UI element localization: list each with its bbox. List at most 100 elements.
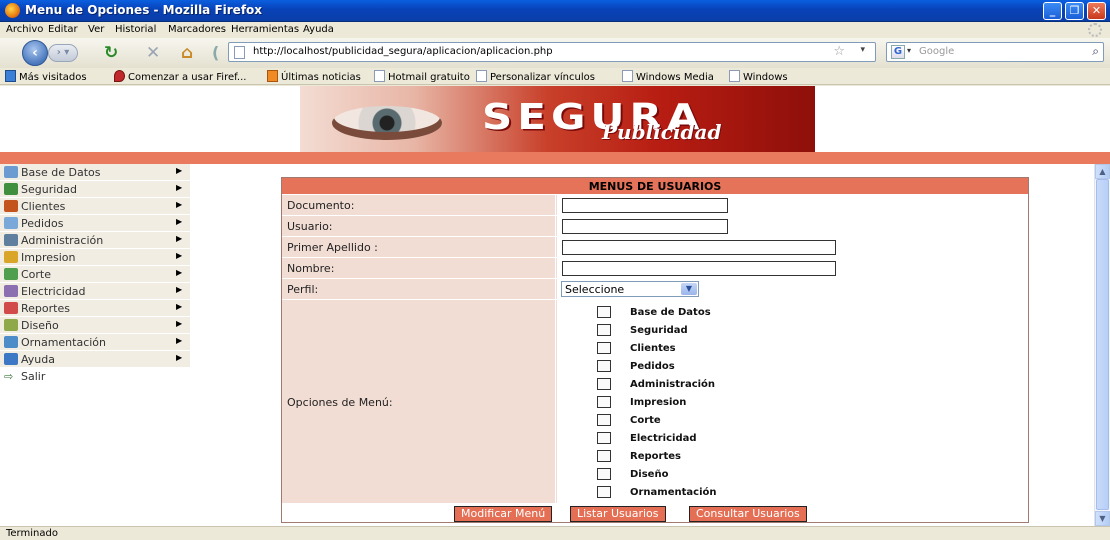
row-perfil: Perfil: Seleccione ▼ (282, 279, 1028, 300)
option-checkbox[interactable] (597, 396, 611, 408)
close-window-button[interactable]: ✕ (1087, 2, 1106, 20)
vertical-scrollbar[interactable]: ▲ ▼ (1094, 164, 1110, 526)
reload-icon[interactable]: ↻ (104, 43, 118, 63)
menu-archivo[interactable]: Archivo (6, 24, 43, 35)
row-menu-options: Opciones de Menú: Base de Datos Seguridad… (282, 300, 1028, 504)
sidebar-item-electricidad[interactable]: Electricidad ▶ (0, 283, 190, 300)
bookmark-windows[interactable]: Windows (729, 70, 788, 83)
option-checkbox[interactable] (597, 432, 611, 444)
submenu-arrow-icon: ▶ (176, 200, 183, 209)
usuario-input[interactable] (562, 219, 728, 234)
label-usuario: Usuario: (282, 216, 556, 236)
perfil-select[interactable]: Seleccione ▼ (561, 281, 699, 297)
home-icon[interactable]: ⌂ (181, 43, 193, 63)
modify-menu-button[interactable]: Modificar Menú (454, 506, 553, 522)
submenu-arrow-icon: ▶ (176, 319, 183, 328)
bookmark-personalize[interactable]: Personalizar vínculos (476, 70, 595, 83)
documento-input[interactable] (562, 198, 728, 213)
chevron-down-icon[interactable]: ▼ (681, 283, 697, 295)
history-dropdown-icon[interactable]: ▾ (860, 45, 865, 55)
menu-editar[interactable]: Editar (48, 24, 78, 35)
sidebar-item-reportes[interactable]: Reportes ▶ (0, 300, 190, 317)
window-titlebar: Menu de Opciones - Mozilla Firefox _ ❐ ✕ (0, 0, 1110, 22)
eye-image (332, 106, 442, 140)
menu-herramientas[interactable]: Herramientas (231, 24, 299, 35)
bookmark-most-visited[interactable]: Más visitados (5, 70, 87, 83)
nombre-input[interactable] (562, 261, 836, 276)
option-checkbox[interactable] (597, 486, 611, 498)
apellido-input[interactable] (562, 240, 836, 255)
option-label: Pedidos (630, 361, 675, 372)
option-checkbox[interactable] (597, 378, 611, 390)
activity-indicator-icon (1088, 23, 1102, 37)
sidebar-item-impresion[interactable]: Impresion ▶ (0, 249, 190, 266)
sidebar-item-seguridad[interactable]: Seguridad ▶ (0, 181, 190, 198)
perfil-value: Seleccione (565, 283, 625, 296)
row-apellido: Primer Apellido : (282, 237, 1028, 258)
bookmark-windows-media[interactable]: Windows Media (622, 70, 714, 83)
sidebar-item-label: Electricidad (21, 285, 86, 298)
menu-ayuda[interactable]: Ayuda (303, 24, 334, 35)
option-label: Reportes (630, 451, 681, 462)
address-bar[interactable]: http://localhost/publicidad_segura/aplic… (228, 42, 876, 62)
maximize-button[interactable]: ❐ (1065, 2, 1084, 20)
sidebar-item-base-de-datos[interactable]: Base de Datos ▶ (0, 164, 190, 181)
bookmark-get-started[interactable]: Comenzar a usar Firef... (114, 70, 246, 83)
sidebar-item-label: Diseño (21, 319, 59, 332)
option-label: Clientes (630, 343, 676, 354)
option-checkbox[interactable] (597, 342, 611, 354)
option-checkbox[interactable] (597, 450, 611, 462)
option-label: Base de Datos (630, 307, 711, 318)
consult-users-button[interactable]: Consultar Usuarios (689, 506, 807, 522)
sidebar-item-salir[interactable]: ⇨ Salir (0, 368, 190, 385)
page-icon (234, 46, 245, 59)
google-engine-icon[interactable]: G (891, 45, 905, 59)
sidebar-item-label: Pedidos (21, 217, 64, 230)
row-usuario: Usuario: (282, 216, 1028, 237)
sidebar-item-clientes[interactable]: Clientes ▶ (0, 198, 190, 215)
sidebar-item-ayuda[interactable]: Ayuda ▶ (0, 351, 190, 368)
page-icon (729, 70, 740, 82)
option-checkbox[interactable] (597, 306, 611, 318)
option-checkbox[interactable] (597, 468, 611, 480)
stop-icon[interactable]: ✕ (146, 43, 160, 63)
submenu-arrow-icon: ▶ (176, 217, 183, 226)
bookmark-label: Comenzar a usar Firef... (128, 72, 247, 83)
forward-button[interactable]: › ▾ (48, 44, 78, 62)
scroll-thumb[interactable] (1096, 179, 1109, 510)
back-button[interactable]: ‹ (22, 40, 48, 66)
header-divider (0, 152, 1110, 164)
rss-icon (267, 70, 278, 82)
option-label: Ornamentación (630, 487, 717, 498)
ayuda-icon (4, 353, 18, 365)
option-checkbox[interactable] (597, 324, 611, 336)
menu-marcadores[interactable]: Marcadores (168, 24, 226, 35)
sidebar-item-ornamentacion[interactable]: Ornamentación ▶ (0, 334, 190, 351)
option-checkbox[interactable] (597, 414, 611, 426)
row-documento: Documento: (282, 195, 1028, 216)
scroll-up-button[interactable]: ▲ (1095, 164, 1110, 179)
option-checkbox[interactable] (597, 360, 611, 372)
electricidad-icon (4, 285, 18, 297)
reportes-icon (4, 302, 18, 314)
segura-banner: SEGURA Publicidad (300, 86, 815, 152)
option-label: Electricidad (630, 433, 697, 444)
sidebar-item-pedidos[interactable]: Pedidos ▶ (0, 215, 190, 232)
bookmark-hotmail[interactable]: Hotmail gratuito (374, 70, 470, 83)
bookmark-label: Hotmail gratuito (388, 72, 470, 83)
engine-dropdown-icon[interactable]: ▾ (907, 46, 911, 55)
bookmark-latest-news[interactable]: Últimas noticias (267, 70, 361, 83)
minimize-button[interactable]: _ (1043, 2, 1062, 20)
search-bar[interactable]: G ▾ Google ⌕ (886, 42, 1104, 62)
sidebar-item-corte[interactable]: Corte ▶ (0, 266, 190, 283)
clientes-icon (4, 200, 18, 212)
sidebar-item-administracion[interactable]: Administración ▶ (0, 232, 190, 249)
menu-historial[interactable]: Historial (115, 24, 156, 35)
sidebar-item-diseno[interactable]: Diseño ▶ (0, 317, 190, 334)
scroll-down-button[interactable]: ▼ (1095, 511, 1110, 526)
sidebar-menu: Base de Datos ▶ Seguridad ▶ Clientes ▶ Pedidos… (0, 164, 190, 526)
menu-ver[interactable]: Ver (88, 24, 104, 35)
bookmark-star-icon[interactable]: ☆ (833, 44, 845, 59)
search-icon[interactable]: ⌕ (1092, 44, 1099, 59)
list-users-button[interactable]: Listar Usuarios (570, 506, 666, 522)
